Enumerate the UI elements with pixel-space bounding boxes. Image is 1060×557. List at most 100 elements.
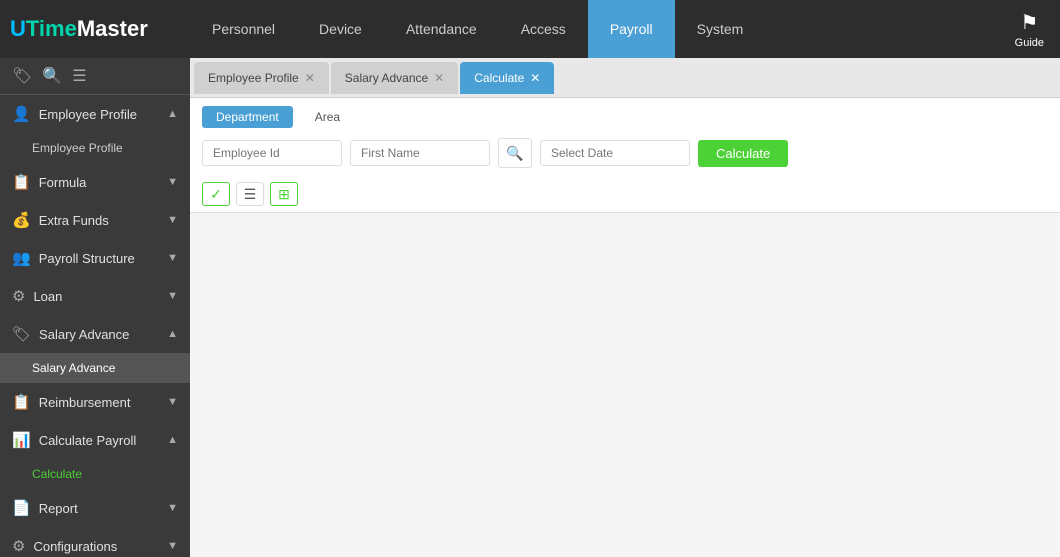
payroll-structure-chevron: ▼ bbox=[167, 252, 178, 264]
sidebar-section-payroll-structure: 👥 Payroll Structure ▼ bbox=[0, 239, 190, 277]
nav-attendance[interactable]: Attendance bbox=[384, 0, 499, 58]
sidebar-subitem-employee-profile[interactable]: Employee Profile bbox=[0, 133, 190, 163]
configurations-icon: ⚙ bbox=[12, 537, 25, 555]
table-area bbox=[190, 213, 1060, 557]
nav-system[interactable]: System bbox=[675, 0, 766, 58]
sidebar-section-extra-funds: 💰 Extra Funds ▼ bbox=[0, 201, 190, 239]
sidebar-header-salary-advance[interactable]: 🏷 Salary Advance ▲ bbox=[0, 315, 190, 353]
sidebar-label-calculate-payroll: Calculate Payroll bbox=[39, 433, 137, 448]
reimbursement-chevron: ▼ bbox=[167, 396, 178, 408]
sidebar-header-extra-funds[interactable]: 💰 Extra Funds ▼ bbox=[0, 201, 190, 239]
nav-access[interactable]: Access bbox=[499, 0, 588, 58]
sidebar-label-configurations: Configurations bbox=[33, 539, 117, 554]
tab-calculate[interactable]: Calculate ✕ bbox=[460, 62, 554, 94]
employee-id-input[interactable] bbox=[202, 140, 342, 166]
guide-label: Guide bbox=[1015, 37, 1044, 49]
calculate-payroll-icon: 📊 bbox=[12, 431, 31, 449]
tab-calculate-label: Calculate bbox=[474, 71, 524, 85]
sidebar-label-extra-funds: Extra Funds bbox=[39, 213, 109, 228]
logo-master: Master bbox=[77, 16, 148, 42]
sidebar-section-formula: 📋 Formula ▼ bbox=[0, 163, 190, 201]
tag-icon[interactable]: 🏷 bbox=[12, 66, 32, 86]
sidebar-label-employee-profile: Employee Profile bbox=[39, 107, 137, 122]
sub-tabs: Department Area bbox=[202, 106, 1048, 128]
extra-funds-icon: 💰 bbox=[12, 211, 31, 229]
sidebar-label-payroll-structure: Payroll Structure bbox=[39, 251, 135, 266]
sidebar-label-formula: Formula bbox=[39, 175, 87, 190]
search-icon: 🔍 bbox=[506, 145, 523, 162]
sidebar-label-report: Report bbox=[39, 501, 78, 516]
sidebar-header-configurations[interactable]: ⚙ Configurations ▼ bbox=[0, 527, 190, 557]
tab-employee-profile-close[interactable]: ✕ bbox=[305, 72, 315, 84]
tab-employee-profile[interactable]: Employee Profile ✕ bbox=[194, 62, 329, 94]
sidebar-section-configurations: ⚙ Configurations ▼ bbox=[0, 527, 190, 557]
sidebar-header-report[interactable]: 📄 Report ▼ bbox=[0, 489, 190, 527]
date-input[interactable] bbox=[540, 140, 690, 166]
sidebar-section-calculate-payroll: 📊 Calculate Payroll ▲ Calculate bbox=[0, 421, 190, 489]
sidebar-label-salary-advance: Salary Advance bbox=[39, 327, 129, 342]
sidebar-header-employee-profile[interactable]: 👤 Employee Profile ▲ bbox=[0, 95, 190, 133]
tab-salary-advance-label: Salary Advance bbox=[345, 71, 428, 85]
sidebar-label-loan: Loan bbox=[33, 289, 62, 304]
nav-payroll[interactable]: Payroll bbox=[588, 0, 675, 58]
sidebar-header-loan[interactable]: ⚙ Loan ▼ bbox=[0, 277, 190, 315]
nav-items: Personnel Device Attendance Access Payro… bbox=[190, 0, 999, 58]
payroll-structure-icon: 👥 bbox=[12, 249, 31, 267]
tab-bar: Employee Profile ✕ Salary Advance ✕ Calc… bbox=[190, 58, 1060, 98]
sub-tab-area[interactable]: Area bbox=[301, 106, 354, 128]
formula-chevron: ▼ bbox=[167, 176, 178, 188]
sidebar-top-icons: 🏷 🔍 ☰ bbox=[0, 58, 190, 95]
filter-row: 🔍 Calculate bbox=[202, 138, 1048, 168]
sub-tab-department[interactable]: Department bbox=[202, 106, 293, 128]
filter-area: Department Area 🔍 Calculate bbox=[190, 98, 1060, 176]
salary-advance-icon: 🏷 bbox=[12, 325, 31, 343]
reimbursement-icon: 📋 bbox=[12, 393, 31, 411]
loan-chevron: ▼ bbox=[167, 290, 178, 302]
extra-funds-chevron: ▼ bbox=[167, 214, 178, 226]
icons-row: ✓ ☰ ⊞ bbox=[190, 176, 1060, 212]
calculate-payroll-chevron: ▲ bbox=[167, 434, 178, 446]
tab-calculate-close[interactable]: ✕ bbox=[530, 72, 540, 84]
logo: UTime Master bbox=[0, 16, 190, 42]
top-nav: UTime Master Personnel Device Attendance… bbox=[0, 0, 1060, 58]
employee-profile-icon: 👤 bbox=[12, 105, 31, 123]
salary-advance-chevron: ▲ bbox=[167, 328, 178, 340]
sidebar-header-calculate-payroll[interactable]: 📊 Calculate Payroll ▲ bbox=[0, 421, 190, 459]
sidebar-section-reimbursement: 📋 Reimbursement ▼ bbox=[0, 383, 190, 421]
sidebar-header-payroll-structure[interactable]: 👥 Payroll Structure ▼ bbox=[0, 239, 190, 277]
sidebar-section-employee-profile: 👤 Employee Profile ▲ Employee Profile bbox=[0, 95, 190, 163]
check-icon-btn[interactable]: ✓ bbox=[202, 182, 230, 206]
employee-profile-chevron: ▲ bbox=[167, 108, 178, 120]
search-button[interactable]: 🔍 bbox=[498, 138, 532, 168]
tab-salary-advance[interactable]: Salary Advance ✕ bbox=[331, 62, 458, 94]
logo-time: Time bbox=[26, 16, 77, 42]
loan-icon: ⚙ bbox=[12, 287, 25, 305]
tree-icon-btn[interactable]: ⊞ bbox=[270, 182, 298, 206]
sidebar-header-formula[interactable]: 📋 Formula ▼ bbox=[0, 163, 190, 201]
main-layout: 🏷 🔍 ☰ 👤 Employee Profile ▲ Employee Prof… bbox=[0, 58, 1060, 557]
sidebar-section-salary-advance: 🏷 Salary Advance ▲ Salary Advance bbox=[0, 315, 190, 383]
guide-button[interactable]: ⚑ Guide bbox=[999, 10, 1060, 49]
sidebar-subitem-salary-advance[interactable]: Salary Advance bbox=[0, 353, 190, 383]
sidebar-section-report: 📄 Report ▼ bbox=[0, 489, 190, 527]
nav-device[interactable]: Device bbox=[297, 0, 384, 58]
search-icon[interactable]: 🔍 bbox=[42, 66, 62, 86]
menu-icon[interactable]: ☰ bbox=[72, 66, 86, 86]
tab-salary-advance-close[interactable]: ✕ bbox=[434, 72, 444, 84]
sidebar-header-reimbursement[interactable]: 📋 Reimbursement ▼ bbox=[0, 383, 190, 421]
calculate-button[interactable]: Calculate bbox=[698, 140, 788, 167]
content-area: Employee Profile ✕ Salary Advance ✕ Calc… bbox=[190, 58, 1060, 557]
first-name-input[interactable] bbox=[350, 140, 490, 166]
nav-personnel[interactable]: Personnel bbox=[190, 0, 297, 58]
report-chevron: ▼ bbox=[167, 502, 178, 514]
sidebar-label-reimbursement: Reimbursement bbox=[39, 395, 131, 410]
sidebar-section-loan: ⚙ Loan ▼ bbox=[0, 277, 190, 315]
guide-icon: ⚑ bbox=[1020, 10, 1038, 35]
logo-u: U bbox=[10, 16, 26, 42]
sidebar-subitem-calculate[interactable]: Calculate bbox=[0, 459, 190, 489]
formula-icon: 📋 bbox=[12, 173, 31, 191]
configurations-chevron: ▼ bbox=[167, 540, 178, 552]
tab-employee-profile-label: Employee Profile bbox=[208, 71, 299, 85]
report-icon: 📄 bbox=[12, 499, 31, 517]
list-icon-btn[interactable]: ☰ bbox=[236, 182, 264, 206]
